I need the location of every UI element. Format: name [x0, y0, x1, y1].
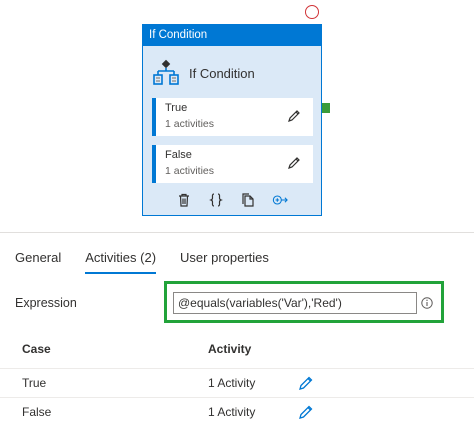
- tab-activities[interactable]: Activities (2): [85, 250, 157, 274]
- node-type-row: If Condition: [143, 54, 321, 92]
- node-action-bar: [143, 191, 321, 209]
- edit-pencil-icon[interactable]: [298, 404, 314, 420]
- edit-pencil-icon[interactable]: [287, 156, 301, 170]
- table-row: False 1 Activity: [0, 397, 474, 426]
- properties-tabs: General Activities (2) User properties: [15, 250, 293, 274]
- tab-general[interactable]: General: [15, 250, 61, 274]
- case-cell: False: [22, 405, 52, 419]
- copy-icon[interactable]: [239, 191, 257, 209]
- pipeline-canvas[interactable]: If Condition If Condition True 1 activit…: [0, 0, 474, 230]
- activity-cell: 1 Activity: [208, 405, 256, 419]
- activity-cell: 1 Activity: [208, 376, 256, 390]
- column-header-activity: Activity: [208, 342, 252, 356]
- tab-user-properties[interactable]: User properties: [180, 250, 269, 274]
- node-header: If Condition: [143, 25, 321, 46]
- column-header-case: Case: [22, 342, 51, 356]
- add-output-icon[interactable]: [271, 191, 289, 209]
- success-output-port[interactable]: [322, 103, 330, 113]
- case-cell: True: [22, 376, 47, 390]
- panel-divider[interactable]: [0, 232, 474, 233]
- table-row: True 1 Activity: [0, 368, 474, 397]
- expression-label: Expression: [15, 296, 77, 310]
- case-box-false[interactable]: False 1 activities: [152, 145, 313, 183]
- edit-pencil-icon[interactable]: [287, 109, 301, 123]
- case-box-true[interactable]: True 1 activities: [152, 98, 313, 136]
- node-type-label: If Condition: [189, 65, 255, 81]
- status-circle-icon: [305, 5, 319, 19]
- edit-pencil-icon[interactable]: [298, 375, 314, 391]
- if-condition-icon: [153, 59, 179, 85]
- expression-input[interactable]: @equals(variables('Var'),'Red'): [173, 292, 417, 314]
- code-braces-icon[interactable]: [207, 191, 225, 209]
- if-condition-node[interactable]: If Condition If Condition True 1 activit…: [142, 24, 322, 216]
- info-icon[interactable]: [421, 297, 433, 309]
- delete-icon[interactable]: [175, 191, 193, 209]
